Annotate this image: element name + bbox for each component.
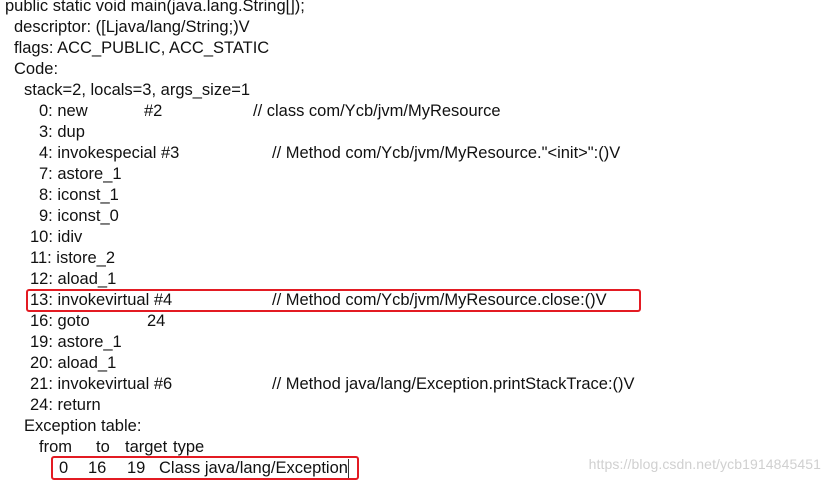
exception-table-label: Exception table: [24, 417, 142, 435]
watermark: https://blog.csdn.net/ycb1914845451 [588, 456, 821, 472]
exception-header-to: to [96, 438, 110, 456]
instruction-op: 16: goto [30, 312, 90, 330]
exception-row-to: 16 [88, 459, 107, 477]
exception-header-target: target [125, 438, 168, 456]
instruction-op: 12: aload_1 [30, 270, 117, 288]
instruction-op: 4: invokespecial #3 [39, 144, 180, 162]
instruction-arg: 24 [147, 312, 166, 330]
instruction-op: 20: aload_1 [30, 354, 117, 372]
instruction-op: 10: idiv [30, 228, 83, 246]
method-signature: public static void main(java.lang.String… [5, 0, 305, 15]
instruction-op: 9: iconst_0 [39, 207, 119, 225]
descriptor-line: descriptor: ([Ljava/lang/String;)V [14, 18, 250, 36]
instruction-op: 0: new [39, 102, 88, 120]
instruction-op: 8: iconst_1 [39, 186, 119, 204]
code-label: Code: [14, 60, 59, 78]
instruction-op: 21: invokevirtual #6 [30, 375, 173, 393]
instruction-op: 7: astore_1 [39, 165, 122, 183]
stack-info: stack=2, locals=3, args_size=1 [24, 81, 251, 99]
instruction-op: 24: return [30, 396, 101, 414]
exception-row-type: Class java/lang/Exception [159, 459, 348, 477]
instruction-op: 19: astore_1 [30, 333, 122, 351]
instruction-comment: // Method com/Ycb/jvm/MyResource.close:(… [272, 291, 607, 309]
exception-header-from: from [39, 438, 72, 456]
instruction-comment: // Method com/Ycb/jvm/MyResource."<init>… [272, 144, 621, 162]
instruction-op: 3: dup [39, 123, 85, 141]
text-cursor [348, 459, 349, 478]
instruction-comment: // class com/Ycb/jvm/MyResource [253, 102, 501, 120]
instruction-arg: #2 [144, 102, 163, 120]
bytecode-screenshot: public static void main(java.lang.String… [0, 0, 827, 481]
exception-header-type: type [173, 438, 205, 456]
exception-row-target: 19 [127, 459, 146, 477]
instruction-op: 11: istore_2 [30, 249, 115, 267]
instruction-op: 13: invokevirtual #4 [30, 291, 173, 309]
flags-line: flags: ACC_PUBLIC, ACC_STATIC [14, 39, 270, 57]
exception-row-from: 0 [59, 459, 69, 477]
instruction-comment: // Method java/lang/Exception.printStack… [272, 375, 635, 393]
